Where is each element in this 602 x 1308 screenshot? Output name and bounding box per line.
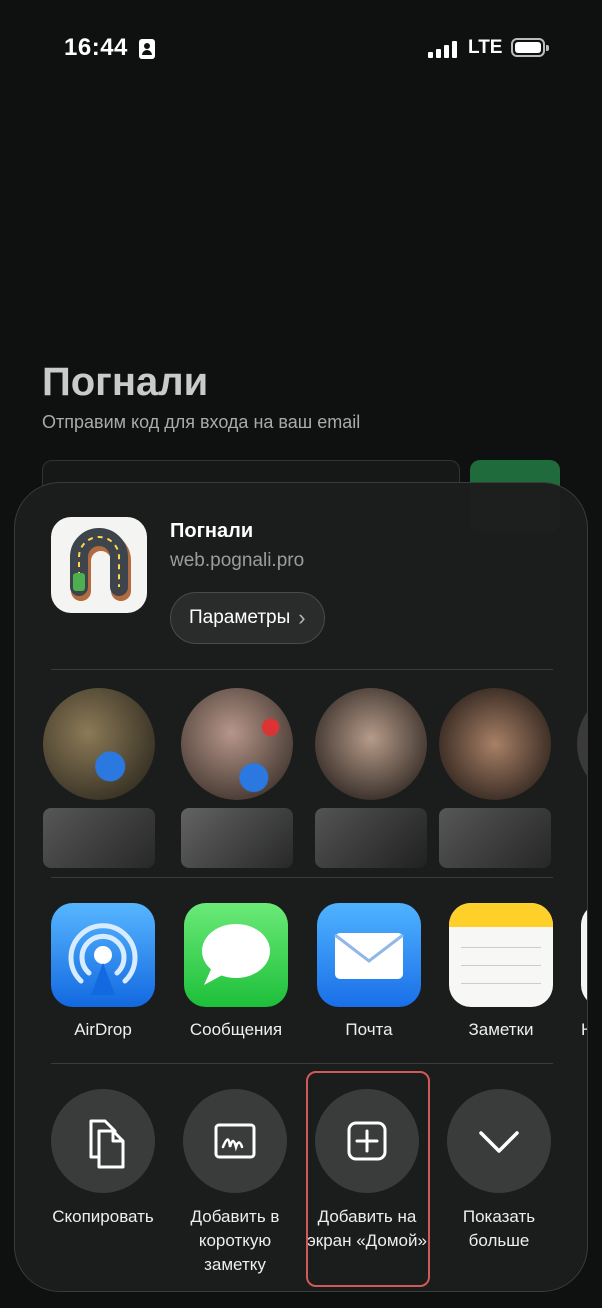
quick-note-icon	[183, 1089, 287, 1193]
network-type: LTE	[468, 37, 503, 58]
app-label: Почта	[345, 1020, 393, 1039]
contact-name-blurred	[439, 808, 551, 868]
page-title: Погнали	[42, 360, 209, 404]
status-bar: 16:44 LTE	[0, 0, 602, 100]
options-label: Параметры	[189, 607, 291, 628]
app-url: web.pognali.pro	[170, 550, 305, 571]
share-app-notes[interactable]: Заметки	[449, 903, 553, 1040]
contact-suggestion[interactable]	[439, 688, 551, 868]
avatar	[181, 688, 293, 800]
app-label: Заметки	[468, 1020, 534, 1039]
quick-note-action[interactable]: Добавить в короткую заметку	[169, 1089, 301, 1277]
options-button[interactable]: Параметры ›	[170, 592, 325, 644]
notes-icon	[449, 903, 553, 1007]
contact-card-icon	[139, 39, 155, 59]
divider	[51, 669, 553, 670]
contact-suggestion[interactable]	[577, 688, 587, 800]
copy-icon	[51, 1089, 155, 1193]
divider	[51, 1063, 553, 1064]
page-subtitle: Отправим код для входа на ваш email	[42, 412, 361, 432]
share-app-airdrop[interactable]: AirDrop	[51, 903, 155, 1040]
action-label: Показать больше	[462, 1207, 536, 1250]
chevron-right-icon: ›	[298, 605, 306, 630]
status-time: 16:44	[64, 34, 128, 61]
contact-name-blurred	[315, 808, 427, 868]
contact-suggestion[interactable]	[43, 688, 155, 868]
chevron-down-icon	[447, 1089, 551, 1193]
mail-icon	[317, 903, 421, 1007]
copy-action[interactable]: Скопировать	[37, 1089, 169, 1229]
app-name: Погнали	[170, 520, 254, 542]
battery-icon	[511, 38, 549, 57]
contact-name-blurred	[181, 808, 293, 868]
contact-suggestion[interactable]	[315, 688, 427, 868]
share-app-messages[interactable]: Сообщения	[184, 903, 288, 1040]
divider	[51, 877, 553, 878]
app-label: AirDrop	[74, 1020, 132, 1039]
highlight-box	[306, 1071, 430, 1287]
avatar	[439, 688, 551, 800]
app-label: На	[581, 1020, 587, 1040]
signal-icon	[428, 40, 460, 58]
partial-app-icon	[581, 903, 587, 1007]
action-label: Добавить в короткую заметку	[190, 1207, 280, 1274]
contact-name-blurred	[43, 808, 155, 868]
avatar	[577, 688, 587, 800]
show-more-action[interactable]: Показать больше	[433, 1089, 565, 1253]
contact-suggestion[interactable]	[181, 688, 293, 868]
airdrop-icon	[51, 903, 155, 1007]
messages-icon	[184, 903, 288, 1007]
avatar	[43, 688, 155, 800]
app-icon	[51, 517, 147, 613]
app-label: Сообщения	[189, 1020, 283, 1039]
action-label: Скопировать	[52, 1207, 154, 1226]
share-app-partial[interactable]: На	[581, 903, 587, 1040]
share-app-mail[interactable]: Почта	[317, 903, 421, 1040]
avatar	[315, 688, 427, 800]
share-sheet: Погнали web.pognali.pro Параметры › AirD…	[14, 482, 588, 1292]
